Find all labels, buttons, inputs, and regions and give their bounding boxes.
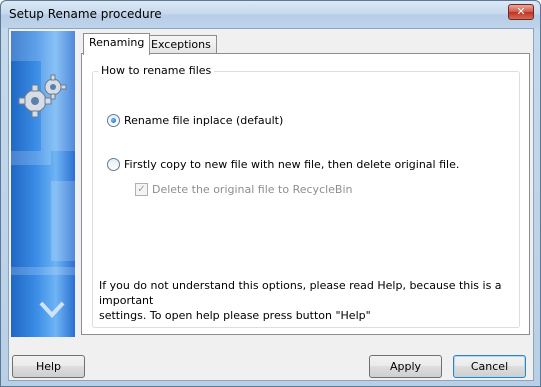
window-title: Setup Rename procedure [9,7,162,21]
group-legend: How to rename files [98,64,215,77]
checkbox-checked[interactable]: ✓ [135,183,148,196]
title-bar[interactable]: Setup Rename procedure ✕ [1,1,540,28]
apply-button[interactable]: Apply [369,355,442,378]
radio-copy-then-delete[interactable]: Firstly copy to new file with new file, … [107,158,459,171]
help-button[interactable]: Help [12,355,85,378]
tab-renaming[interactable]: Renaming [83,33,151,55]
rename-options-group: How to rename files Rename file inplace … [92,64,520,328]
cancel-button[interactable]: Cancel [453,355,526,378]
side-banner-image [11,31,75,337]
radio-label: Rename file inplace (default) [124,114,284,127]
dialog-window: Setup Rename procedure ✕ Renaming Except… [0,0,541,387]
checkbox-delete-to-recyclebin[interactable]: ✓ Delete the original file to RecycleBin [135,183,353,196]
info-line-2: settings. To open help please press butt… [99,309,371,322]
info-line-1: If you do not understand this options, p… [99,279,502,307]
gear-icon [18,74,67,118]
chevron-down-icon [39,301,65,318]
radio-rename-inplace[interactable]: Rename file inplace (default) [107,114,283,127]
close-button[interactable]: ✕ [508,4,534,20]
checkbox-label: Delete the original file to RecycleBin [152,183,353,196]
radio-label: Firstly copy to new file with new file, … [124,158,460,171]
tab-page-renaming: How to rename files Rename file inplace … [81,53,530,335]
radio-button-checked[interactable] [107,114,120,127]
help-info-text: If you do not understand this options, p… [99,278,519,323]
dialog-client-area: Renaming Exceptions How to rename files … [8,28,534,381]
tab-exceptions[interactable]: Exceptions [145,35,217,54]
radio-button[interactable] [107,158,120,171]
